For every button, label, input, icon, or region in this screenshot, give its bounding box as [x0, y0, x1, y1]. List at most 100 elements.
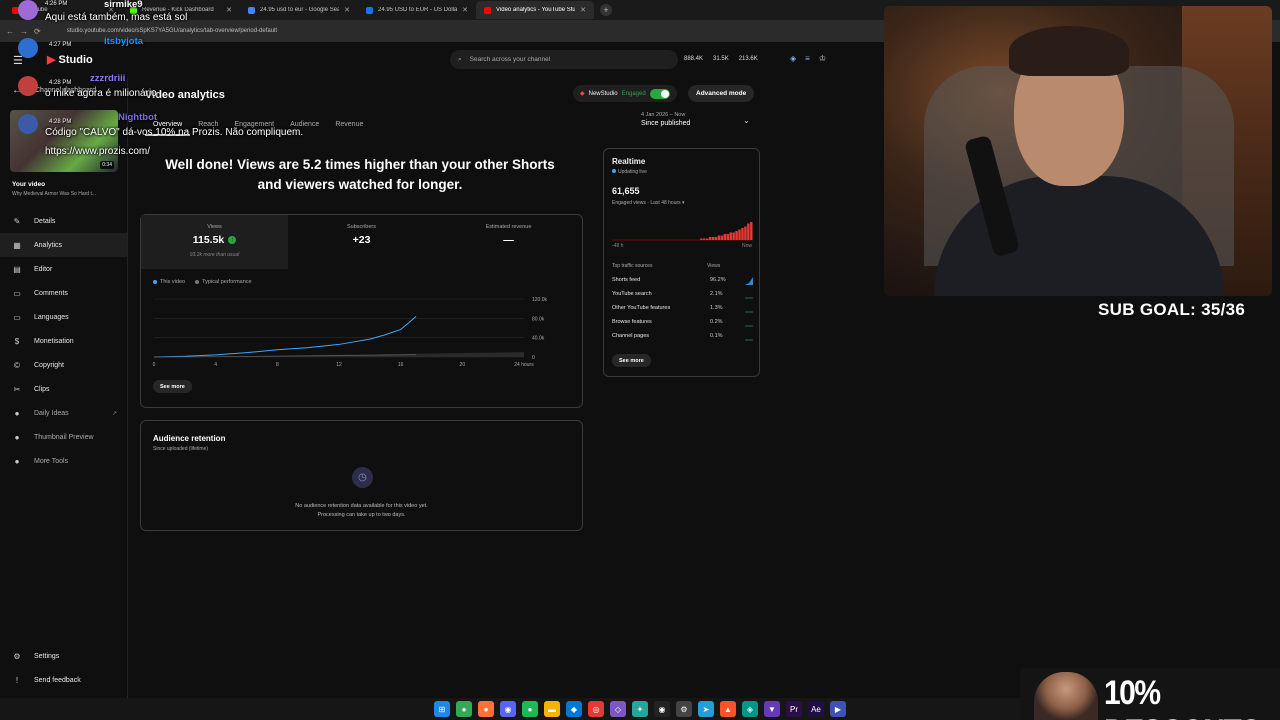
x-tick-label: 8: [276, 362, 279, 368]
tab-reach[interactable]: Reach: [190, 121, 226, 136]
see-more-button[interactable]: See more: [153, 380, 192, 393]
traffic-source-row[interactable]: Browse features 0.2%: [612, 319, 753, 333]
sidebar-item-clips[interactable]: ✂ Clips: [0, 377, 127, 401]
tab-favicon-icon: [248, 6, 255, 14]
sidebar-item-analytics[interactable]: ▦ Analytics: [0, 233, 127, 257]
realtime-bar: [735, 231, 738, 240]
retention-subtitle: Since uploaded (lifetime): [153, 446, 209, 452]
aftereffects-icon[interactable]: Ae: [808, 701, 824, 717]
folder-icon[interactable]: ▬: [544, 701, 560, 717]
premiere-icon[interactable]: Pr: [786, 701, 802, 717]
chevron-down-icon[interactable]: ⌄: [743, 116, 750, 125]
trophy-icon[interactable]: ♔: [819, 54, 826, 63]
app-icon[interactable]: ◎: [588, 701, 604, 717]
date-range-selector[interactable]: 4 Jan 2026 – Now Since published: [641, 112, 690, 127]
close-icon[interactable]: ✕: [462, 6, 468, 14]
tab-engagement[interactable]: Engagement: [226, 121, 282, 136]
browser-tab[interactable]: YouTube ✕: [4, 1, 122, 19]
telegram-icon[interactable]: ➤: [698, 701, 714, 717]
webcam-person-hair: [1009, 26, 1129, 76]
traffic-source-name: Browse features: [612, 319, 652, 325]
tab-audience[interactable]: Audience: [282, 121, 327, 136]
app-icon[interactable]: ⚙: [676, 701, 692, 717]
realtime-bar: [720, 235, 724, 240]
search-bar[interactable]: ⌕ Search across your channel: [450, 50, 678, 69]
realtime-subtitle[interactable]: Engaged views · Last 48 hours ▾: [612, 200, 685, 206]
close-icon[interactable]: ✕: [344, 6, 350, 14]
tab-overview[interactable]: Overview: [145, 121, 191, 136]
metric-label: Views: [207, 224, 222, 230]
clips-icon: ✂: [13, 384, 21, 394]
metric-value-text: +23: [352, 234, 371, 246]
tab-favicon-icon: [12, 6, 19, 14]
brave-icon[interactable]: ▲: [720, 701, 736, 717]
newstudio-toggle[interactable]: [649, 88, 670, 99]
spotify-icon[interactable]: ●: [522, 701, 538, 717]
back-arrow-icon[interactable]: ←: [12, 85, 22, 96]
back-icon[interactable]: ←: [6, 27, 14, 36]
sidebar-item-details[interactable]: ✎ Details: [0, 209, 127, 233]
windows-icon[interactable]: ⊞: [434, 701, 450, 717]
sidebar-item-monetisation[interactable]: $ Monetisation: [0, 329, 127, 353]
sidebar-item-daily-ideas[interactable]: ● Daily Ideas ↗: [0, 401, 127, 425]
sidebar-item-send-feedback[interactable]: ! Send feedback: [0, 668, 127, 692]
app-icon[interactable]: ◈: [742, 701, 758, 717]
realtime-live: Updating live: [612, 169, 647, 175]
metric-value-text: —: [503, 234, 514, 246]
realtime-bar: [711, 237, 715, 240]
app-icon[interactable]: ▶: [830, 701, 846, 717]
sidebar-item-more-tools[interactable]: ● More Tools: [0, 449, 127, 473]
newstudio-toggle-chip[interactable]: ◆ NewStudio Engaged: [573, 85, 677, 102]
metric-subtext: 93.2k more than usual: [189, 252, 240, 258]
browser-tab[interactable]: 24.95 usd to eur - Google Search ✕: [240, 1, 358, 19]
studio-logo[interactable]: ▶ Studio: [47, 53, 93, 66]
obs-icon[interactable]: ◉: [654, 701, 670, 717]
sidebar-item-thumbnail-preview[interactable]: ● Thumbnail Preview: [0, 425, 127, 449]
reload-icon[interactable]: ⟳: [34, 27, 41, 36]
arrow-up-icon: ↑: [228, 236, 237, 244]
extension-icon[interactable]: ◈: [790, 54, 796, 63]
browser-tab[interactable]: 24.95 USD to EUR - US Dollar ✕: [358, 1, 476, 19]
channel-stats: 888.4K 31.5K 213.6K: [684, 56, 758, 62]
x-tick-label: 24 hours: [514, 362, 534, 368]
realtime-see-more-button[interactable]: See more: [612, 354, 651, 367]
key-metrics: Views 115.5k ↑ 93.2k more than usual Subscri…: [141, 215, 582, 269]
advanced-mode-button[interactable]: Advanced mode: [688, 85, 755, 102]
firefox-icon[interactable]: ●: [478, 701, 494, 717]
channel-dashboard-link[interactable]: Channel dashboard: [35, 87, 96, 94]
sidebar-item-copyright[interactable]: © Copyright: [0, 353, 127, 377]
sidebar-item-editor[interactable]: ▤ Editor: [0, 257, 127, 281]
list-icon[interactable]: ≡: [805, 54, 810, 63]
menu-icon[interactable]: ☰: [13, 54, 23, 67]
app-icon[interactable]: ✦: [632, 701, 648, 717]
metric-subscribers[interactable]: Subscribers +23: [288, 215, 435, 269]
traffic-source-row[interactable]: Shorts feed 96.2%: [612, 277, 753, 291]
new-tab-button[interactable]: +: [600, 4, 612, 16]
search-input[interactable]: Search across your channel: [470, 56, 551, 63]
close-icon[interactable]: ✕: [226, 6, 232, 14]
metric-views[interactable]: Views 115.5k ↑ 93.2k more than usual: [141, 215, 288, 269]
discord-icon[interactable]: ◉: [500, 701, 516, 717]
browser-tab[interactable]: Video analytics - YouTube Studio ✕: [476, 1, 594, 19]
vpn-icon[interactable]: ▼: [764, 701, 780, 717]
app-icon[interactable]: ◇: [610, 701, 626, 717]
traffic-source-row[interactable]: Channel pages 0.1%: [612, 333, 753, 347]
y-tick-label: 0: [532, 355, 535, 361]
close-icon[interactable]: ✕: [580, 6, 586, 14]
sidebar-item-comments[interactable]: ▭ Comments: [0, 281, 127, 305]
browser-tab[interactable]: Revenue - Kick Dashboard ✕: [122, 1, 240, 19]
sidebar-item-settings[interactable]: ⚙ Settings: [0, 644, 127, 668]
traffic-source-row[interactable]: YouTube search 2.1%: [612, 291, 753, 305]
forward-icon[interactable]: →: [20, 27, 28, 36]
traffic-source-row[interactable]: Other YouTube features 1.3%: [612, 305, 753, 319]
chrome-icon[interactable]: ●: [456, 701, 472, 717]
store-icon[interactable]: ◆: [566, 701, 582, 717]
close-icon[interactable]: ✕: [108, 6, 114, 14]
tab-revenue[interactable]: Revenue: [327, 121, 371, 136]
url-text[interactable]: studio.youtube.com/video/sSpKS7YA5GU/ana…: [67, 28, 277, 34]
video-thumbnail[interactable]: 0:34: [10, 110, 118, 172]
sidebar-item-languages[interactable]: ▭ Languages: [0, 305, 127, 329]
stat-views: 31.5K: [713, 56, 729, 62]
metric-estimated-revenue[interactable]: Estimated revenue —: [435, 215, 582, 269]
legend-typical: Typical performance: [195, 279, 252, 285]
